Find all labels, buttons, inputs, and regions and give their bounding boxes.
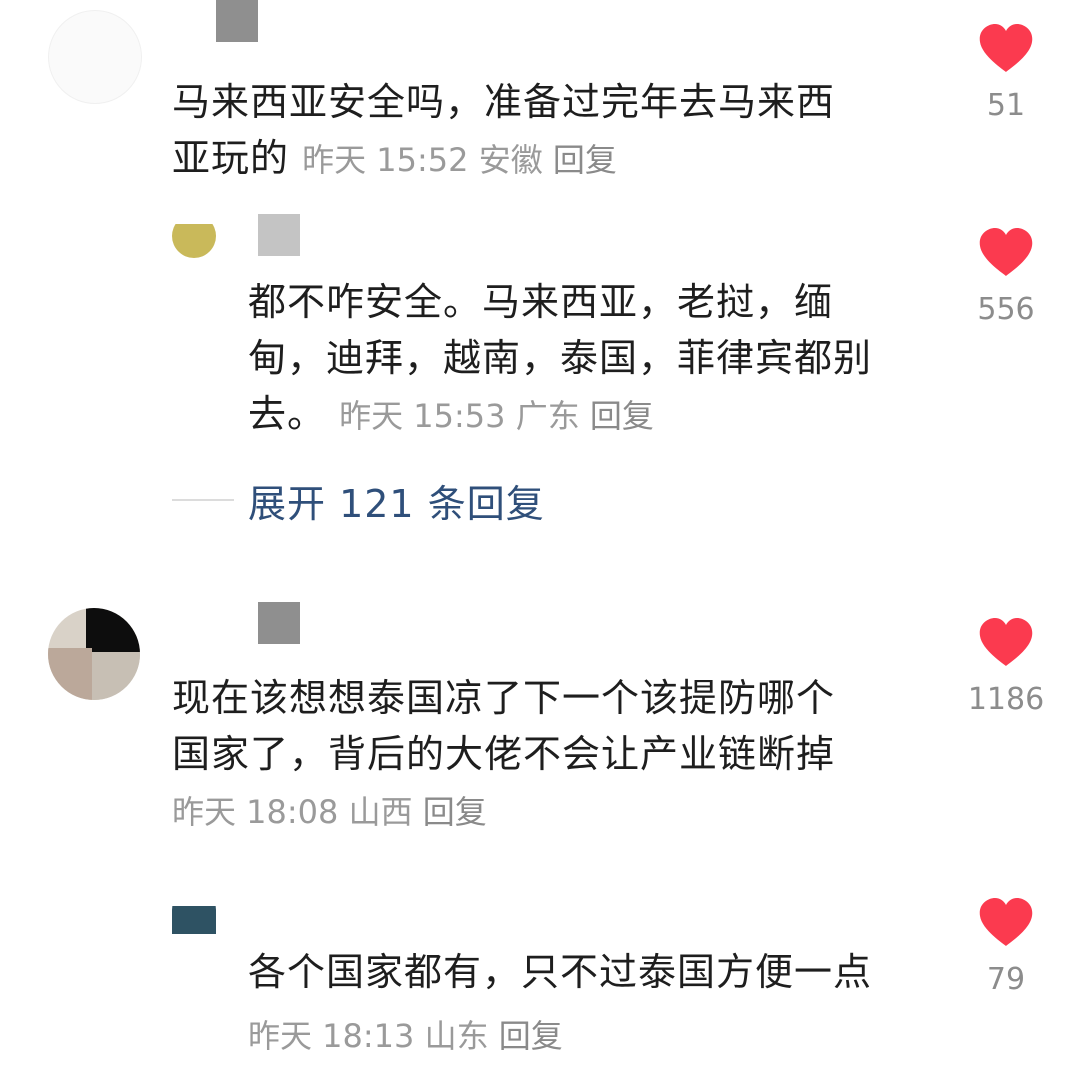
like-button[interactable]: 79 <box>966 898 1046 997</box>
like-button[interactable]: 556 <box>966 228 1046 327</box>
username-redacted[interactable] <box>258 214 300 256</box>
avatar-image <box>86 608 140 652</box>
heart-icon <box>979 898 1033 946</box>
like-button[interactable]: 1186 <box>966 618 1046 717</box>
reply-location: 山东 <box>424 1017 489 1055</box>
reply-meta: 昨天 15:53 广东 回复 <box>339 397 654 435</box>
reply-meta: 昨天 18:13 山东 回复 <box>248 1004 948 1068</box>
comment-location: 安徽 <box>478 141 543 179</box>
comment-meta: 昨天 15:52 安徽 回复 <box>302 141 617 179</box>
heart-icon <box>979 228 1033 276</box>
username-redacted[interactable] <box>258 602 300 644</box>
expand-replies-button[interactable]: 展开 121 条回复 <box>172 472 545 528</box>
comment-text-line: 马来西亚安全吗，准备过完年去马来西 <box>172 80 836 124</box>
reply-button[interactable]: 回复 <box>499 1017 563 1055</box>
avatar[interactable] <box>48 10 142 104</box>
comment-text: 现在该想想泰国凉了下一个该提防哪个 国家了，背后的大佬不会让产业链断掉 昨天 1… <box>172 670 952 842</box>
heart-icon <box>979 24 1033 72</box>
like-button[interactable]: 51 <box>966 24 1046 123</box>
expand-replies-label: 展开 121 条回复 <box>248 481 545 526</box>
like-count: 51 <box>986 88 1026 123</box>
comment-text-line: 现在该想想泰国凉了下一个该提防哪个 <box>172 676 836 720</box>
like-count: 1186 <box>967 682 1045 717</box>
reply-text-line-3: 去。 <box>248 392 327 436</box>
heart-icon <box>979 618 1033 666</box>
reply-button[interactable]: 回复 <box>423 793 487 831</box>
comment-location: 山西 <box>348 793 413 831</box>
reply-text: 都不咋安全。马来西亚，老挝，缅 甸，迪拜，越南，泰国，菲律宾都别 去。 昨天 1… <box>248 274 948 444</box>
like-count: 556 <box>977 292 1035 327</box>
reply-text-line: 各个国家都有，只不过泰国方便一点 <box>248 950 873 994</box>
reply-text-line: 都不咋安全。马来西亚，老挝，缅 <box>248 280 834 324</box>
comment-text-line: 国家了，背后的大佬不会让产业链断掉 <box>172 732 836 776</box>
reply-time: 昨天 15:53 <box>339 397 506 435</box>
comment-time: 昨天 15:52 <box>302 141 469 179</box>
reply-text-line: 甸，迪拜，越南，泰国，菲律宾都别 <box>248 336 873 380</box>
divider <box>172 499 234 501</box>
reply-location: 广东 <box>515 397 580 435</box>
avatar[interactable] <box>172 214 216 258</box>
comment-time: 昨天 18:08 <box>172 793 339 831</box>
avatar-image <box>172 906 216 934</box>
username-redacted[interactable] <box>216 0 258 42</box>
reply-time: 昨天 18:13 <box>248 1017 415 1055</box>
avatar-image <box>92 652 140 700</box>
reply-text: 各个国家都有，只不过泰国方便一点 昨天 18:13 山东 回复 <box>248 944 948 1068</box>
comment-text: 马来西亚安全吗，准备过完年去马来西 亚玩的 昨天 15:52 安徽 回复 <box>172 74 932 188</box>
comment-meta: 昨天 18:08 山西 回复 <box>172 782 952 842</box>
reply-text-line: 去。 昨天 15:53 广东 回复 <box>248 386 948 444</box>
avatar-image <box>48 648 92 700</box>
avatar[interactable] <box>48 608 140 700</box>
reply-button[interactable]: 回复 <box>590 397 654 435</box>
comment-text-line-2: 亚玩的 <box>172 136 290 180</box>
avatar[interactable] <box>172 888 216 948</box>
avatar-image <box>172 224 216 258</box>
reply-button[interactable]: 回复 <box>553 141 617 179</box>
comment-text-line: 亚玩的 昨天 15:52 安徽 回复 <box>172 130 932 188</box>
like-count: 79 <box>986 962 1026 997</box>
